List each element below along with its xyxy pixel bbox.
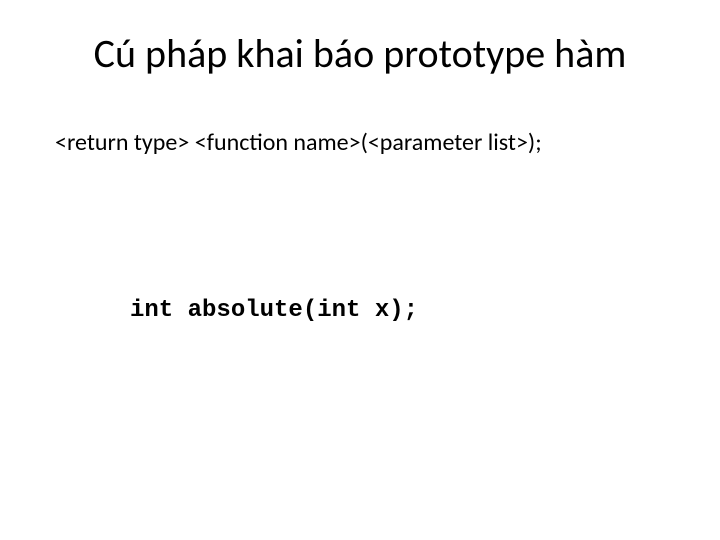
code-example: int absolute(int x); [130, 297, 670, 324]
slide-title: Cú pháp khai báo prototype hàm [50, 30, 670, 78]
slide-container: Cú pháp khai báo prototype hàm <return t… [0, 0, 720, 540]
syntax-declaration: <return type> <function name>(<parameter… [55, 128, 670, 157]
